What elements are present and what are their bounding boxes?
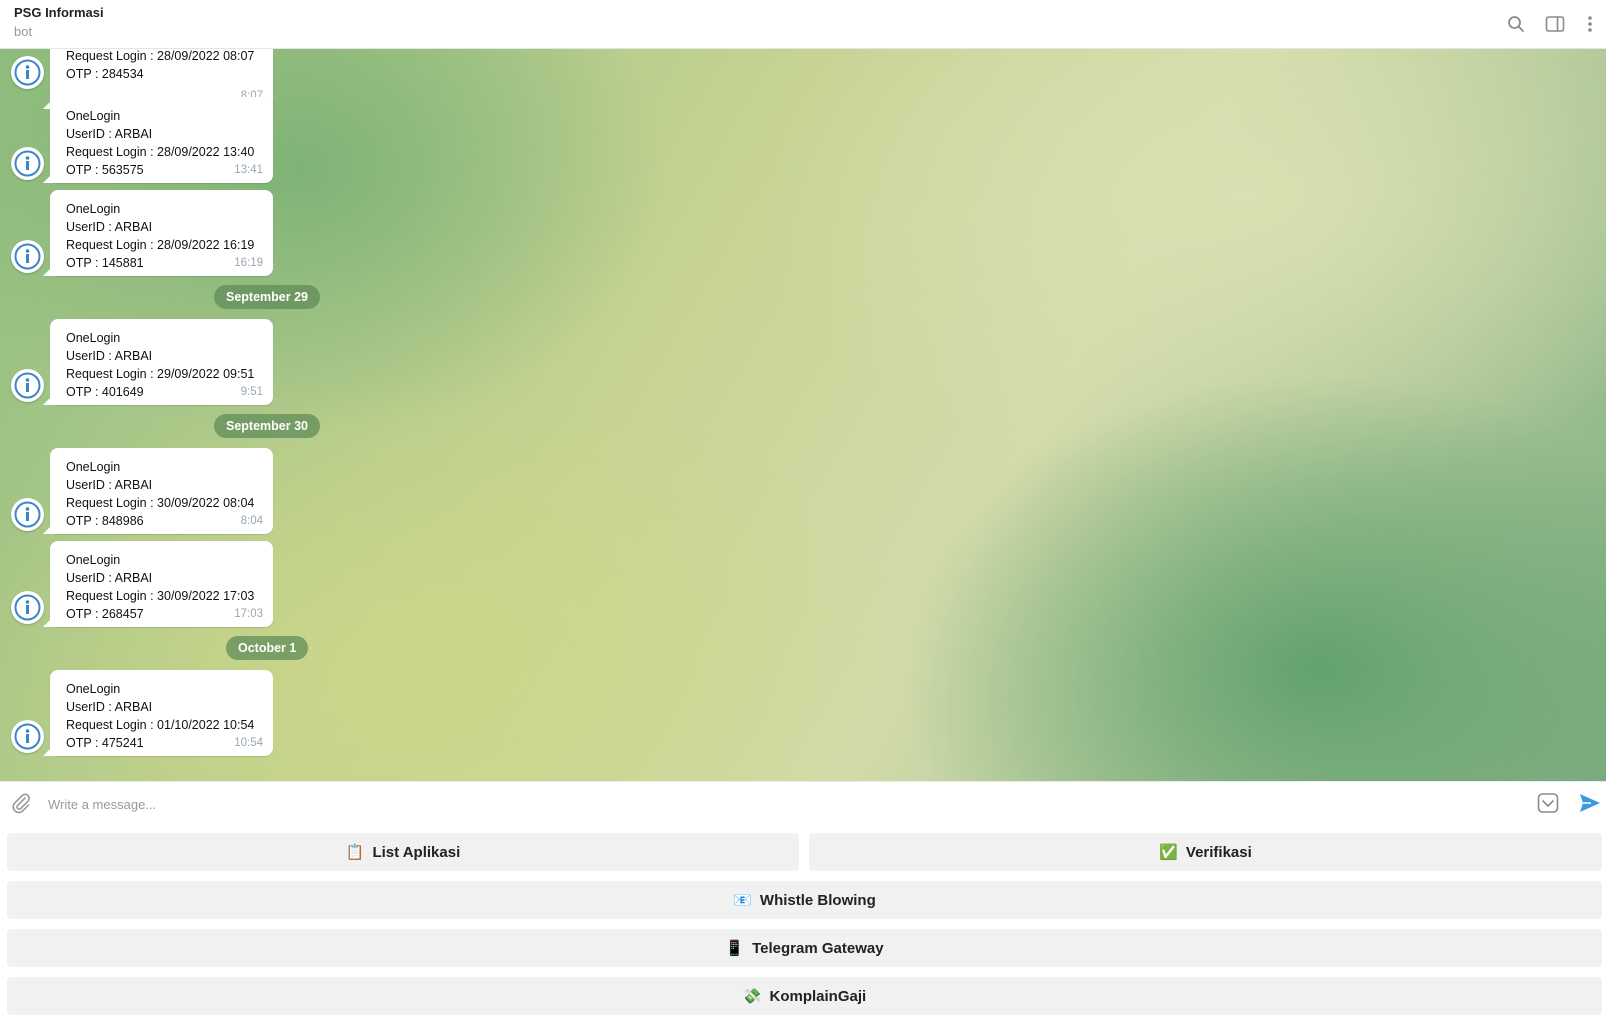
chat-subtitle: bot: [14, 24, 33, 39]
message-line: Request Login : 29/09/2022 09:51: [66, 367, 255, 381]
more-options-icon[interactable]: [1580, 13, 1600, 35]
bot-avatar-info-icon[interactable]: [11, 498, 44, 531]
message-line: OTP : 284534: [66, 67, 144, 81]
message-line: Request Login : 01/10/2022 10:54: [66, 718, 255, 732]
button-label: List Aplikasi: [372, 843, 461, 861]
message-input[interactable]: [46, 792, 1530, 816]
message-line: UserID : ARBAI: [66, 127, 153, 141]
message-line: OneLogin: [66, 202, 121, 216]
message-line: OneLogin: [66, 331, 121, 345]
message-line: Request Login : 28/09/2022 13:40: [66, 145, 255, 159]
message-line: Request Login : 28/09/2022 08:07: [66, 49, 255, 63]
attach-icon[interactable]: [10, 792, 32, 814]
mobile-phone-icon: 📱: [725, 940, 745, 957]
search-icon[interactable]: [1505, 13, 1527, 35]
message-line: OTP : 848986: [66, 514, 144, 528]
bot-avatar-info-icon[interactable]: [11, 240, 44, 273]
date-separator: September 30: [214, 414, 320, 438]
check-mark-icon: ✅: [1159, 844, 1178, 861]
message-line: OneLogin: [66, 682, 121, 696]
button-label: Whistle Blowing: [759, 891, 876, 909]
bot-avatar-info-icon[interactable]: [11, 369, 44, 402]
message-line: Request Login : 30/09/2022 17:03: [66, 589, 255, 603]
money-with-wings-icon: 💸: [742, 988, 762, 1005]
clipboard-icon: 📋: [345, 844, 365, 861]
message-line: UserID : ARBAI: [66, 220, 153, 234]
button-label: Verifikasi: [1185, 843, 1252, 861]
sidebar-toggle-icon[interactable]: [1544, 13, 1566, 35]
chat-title[interactable]: PSG Informasi: [14, 5, 104, 20]
chat-header: PSG Informasi bot: [0, 0, 1606, 49]
chat-history[interactable]: Request Login : 28/09/2022 08:07 OTP : 2…: [0, 49, 1606, 781]
komplain-gaji-button[interactable]: 💸 KomplainGaji: [7, 977, 1602, 1015]
message-line: OneLogin: [66, 109, 121, 123]
date-separator: September 29: [214, 285, 320, 309]
message-time: 17:03: [234, 608, 263, 620]
message-line: OneLogin: [66, 553, 121, 567]
telegram-gateway-button[interactable]: 📱 Telegram Gateway: [7, 929, 1602, 967]
message-line: UserID : ARBAI: [66, 349, 153, 363]
message-composer: [0, 781, 1606, 824]
button-label: KomplainGaji: [769, 987, 867, 1005]
bot-avatar-info-icon[interactable]: [11, 591, 44, 624]
send-icon[interactable]: [1578, 791, 1602, 815]
bot-avatar-info-icon[interactable]: [11, 147, 44, 180]
message-bubble: OneLogin UserID : ARBAI Request Login : …: [50, 97, 273, 183]
message-line: OTP : 145881: [66, 256, 144, 270]
message-bubble: OneLogin UserID : ARBAI Request Login : …: [50, 190, 273, 276]
envelope-icon: 📧: [733, 892, 752, 909]
message-bubble: OneLogin UserID : ARBAI Request Login : …: [50, 670, 273, 756]
message-time: 10:54: [234, 737, 263, 749]
list-aplikasi-button[interactable]: 📋 List Aplikasi: [7, 833, 799, 871]
message-line: Request Login : 28/09/2022 16:19: [66, 238, 255, 252]
message-line: UserID : ARBAI: [66, 478, 153, 492]
verifikasi-button[interactable]: ✅ Verifikasi: [809, 833, 1602, 871]
message-line: OTP : 563575: [66, 163, 144, 177]
bot-keyboard-icon[interactable]: [1537, 792, 1559, 814]
bot-avatar-info-icon[interactable]: [11, 56, 44, 89]
message-line: OTP : 268457: [66, 607, 144, 621]
bot-avatar-info-icon[interactable]: [11, 720, 44, 753]
message-line: UserID : ARBAI: [66, 700, 153, 714]
message-bubble: OneLogin UserID : ARBAI Request Login : …: [50, 541, 273, 627]
bot-keyboard: 📋 List Aplikasi ✅ Verifikasi 📧 Whistle B…: [0, 824, 1606, 1015]
message-line: OTP : 475241: [66, 736, 144, 750]
message-line: OTP : 401649: [66, 385, 144, 399]
whistle-blowing-button[interactable]: 📧 Whistle Blowing: [7, 881, 1602, 919]
message-line: OneLogin: [66, 460, 121, 474]
message-time: 8:04: [240, 515, 263, 527]
date-separator: October 1: [226, 636, 309, 660]
message-bubble: OneLogin UserID : ARBAI Request Login : …: [50, 319, 273, 405]
message-time: 9:51: [240, 386, 263, 398]
message-line: UserID : ARBAI: [66, 571, 153, 585]
message-time: 13:41: [234, 164, 263, 176]
message-bubble: OneLogin UserID : ARBAI Request Login : …: [50, 448, 273, 534]
button-label: Telegram Gateway: [752, 939, 884, 957]
message-line: Request Login : 30/09/2022 08:04: [66, 496, 255, 510]
message-time: 16:19: [234, 257, 263, 269]
